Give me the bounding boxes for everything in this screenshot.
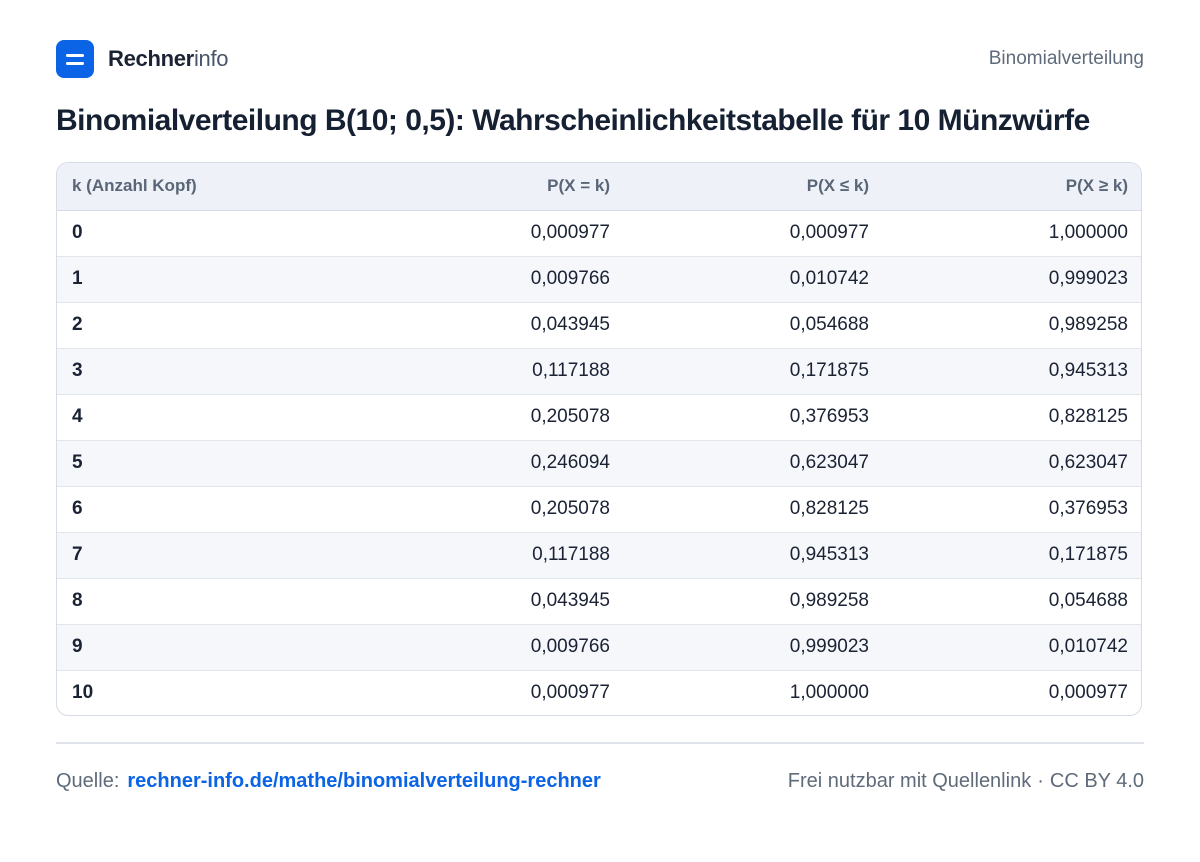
cell-k: 6 [57, 486, 357, 533]
cell-k: 9 [57, 624, 357, 671]
table-row: 4 0,205078 0,376953 0,828125 [57, 394, 1141, 441]
cell-p-equal: 0,117188 [357, 532, 625, 579]
table-row: 9 0,009766 0,999023 0,010742 [57, 624, 1141, 671]
license-name: CC BY 4.0 [1049, 769, 1144, 792]
cell-p-greater-equal: 0,010742 [884, 624, 1141, 671]
source-link[interactable]: rechner-info.de/mathe/binomialverteilung… [127, 770, 600, 792]
cell-p-less-equal: 0,828125 [625, 486, 884, 533]
cell-k: 5 [57, 440, 357, 487]
table-row: 6 0,205078 0,828125 0,376953 [57, 486, 1141, 533]
cell-p-less-equal: 0,989258 [625, 578, 884, 625]
cell-p-greater-equal: 1,000000 [884, 210, 1141, 257]
cell-p-greater-equal: 0,989258 [884, 302, 1141, 349]
table-row: 8 0,043945 0,989258 0,054688 [57, 578, 1141, 625]
table-body: 0 0,000977 0,000977 1,000000 1 0,009766 0,0107… [57, 210, 1141, 715]
cell-p-greater-equal: 0,623047 [884, 440, 1141, 487]
license-info: Frei nutzbar mit Quellenlink · CC BY 4.0 [788, 770, 1144, 793]
cell-p-less-equal: 0,010742 [625, 256, 884, 303]
cell-p-less-equal: 0,999023 [625, 624, 884, 671]
cell-k: 8 [57, 578, 357, 625]
footer-divider [56, 742, 1144, 744]
license-separator: · [1037, 769, 1044, 792]
cell-p-equal: 0,246094 [357, 440, 625, 487]
cell-p-greater-equal: 0,828125 [884, 394, 1141, 441]
cell-p-greater-equal: 0,054688 [884, 578, 1141, 625]
cell-p-greater-equal: 0,376953 [884, 486, 1141, 533]
column-header-k: k (Anzahl Kopf) [57, 163, 357, 211]
cell-k: 2 [57, 302, 357, 349]
cell-p-less-equal: 1,000000 [789, 682, 869, 704]
cell-p-equal: 0,009766 [357, 256, 625, 303]
brand-name: Rechnerinfo [108, 46, 229, 72]
cell-p-less-equal: 0,171875 [625, 348, 884, 395]
table-row: 1 0,009766 0,010742 0,999023 [57, 256, 1141, 303]
table-row: 10 0,000977 1,000000 0,000977 [57, 670, 1141, 715]
logo-icon [56, 40, 94, 78]
table-header-row: k (Anzahl Kopf) P(X = k) P(X ≤ k) P(X ≥ … [57, 163, 1141, 211]
cell-p-greater-equal: 0,945313 [884, 348, 1141, 395]
cell-p-equal: 0,205078 [357, 486, 625, 533]
column-header-p-greater-equal: P(X ≥ k) [884, 163, 1141, 211]
cell-p-less-equal: 0,623047 [625, 440, 884, 487]
cell-p-equal: 0,043945 [357, 302, 625, 349]
brand-name-bold: Rechner [108, 46, 194, 71]
brand-name-light: info [193, 46, 229, 71]
license-text: Frei nutzbar mit Quellenlink [787, 769, 1032, 792]
cell-p-equal: 0,000977 [357, 210, 625, 257]
cell-p-less-equal: 0,376953 [625, 394, 884, 441]
cell-k: 7 [57, 532, 357, 579]
cell-p-less-equal: 0,000977 [625, 210, 884, 257]
site-header: Rechnerinfo Binomialverteilung [56, 40, 1144, 78]
footer: Quelle: rechner-info.de/mathe/binomialver… [56, 767, 1144, 795]
table-row: 7 0,117188 0,945313 0,171875 [57, 532, 1141, 579]
table-row: 3 0,117188 0,171875 0,945313 [57, 348, 1141, 395]
table-row: 2 0,043945 0,054688 0,989258 [57, 302, 1141, 349]
table-row: 5 0,246094 0,623047 0,623047 [57, 440, 1141, 487]
cell-p-less-equal: 0,054688 [625, 302, 884, 349]
cell-p-equal: 0,000977 [530, 682, 610, 704]
section-label: Binomialverteilung [988, 48, 1144, 69]
brand-logo[interactable]: Rechnerinfo [56, 40, 229, 78]
cell-k: 0 [57, 210, 357, 257]
cell-p-greater-equal: 0,999023 [884, 256, 1141, 303]
cell-k: 4 [57, 394, 357, 441]
table-row: 0 0,000977 0,000977 1,000000 [57, 210, 1141, 257]
cell-k: 1 [57, 256, 357, 303]
column-header-p-equal: P(X = k) [357, 163, 625, 211]
cell-p-equal: 0,117188 [357, 348, 625, 395]
cell-p-greater-equal: 0,171875 [884, 532, 1141, 579]
cell-p-equal: 0,009766 [357, 624, 625, 671]
cell-p-equal: 0,205078 [357, 394, 625, 441]
probability-table: k (Anzahl Kopf) P(X = k) P(X ≤ k) P(X ≥ … [56, 162, 1142, 716]
source-info: Quelle: rechner-info.de/mathe/binomialver… [56, 770, 601, 793]
cell-k: 3 [57, 348, 357, 395]
cell-p-greater-equal: 0,000977 [1048, 682, 1128, 704]
cell-p-equal: 0,043945 [357, 578, 625, 625]
page-title: Binomialverteilung B(10; 0,5): Wahrschei… [56, 104, 1090, 137]
column-header-p-less-equal: P(X ≤ k) [625, 163, 884, 211]
cell-p-less-equal: 0,945313 [625, 532, 884, 579]
source-label: Quelle: [56, 769, 120, 792]
cell-k: 10 [72, 682, 94, 704]
